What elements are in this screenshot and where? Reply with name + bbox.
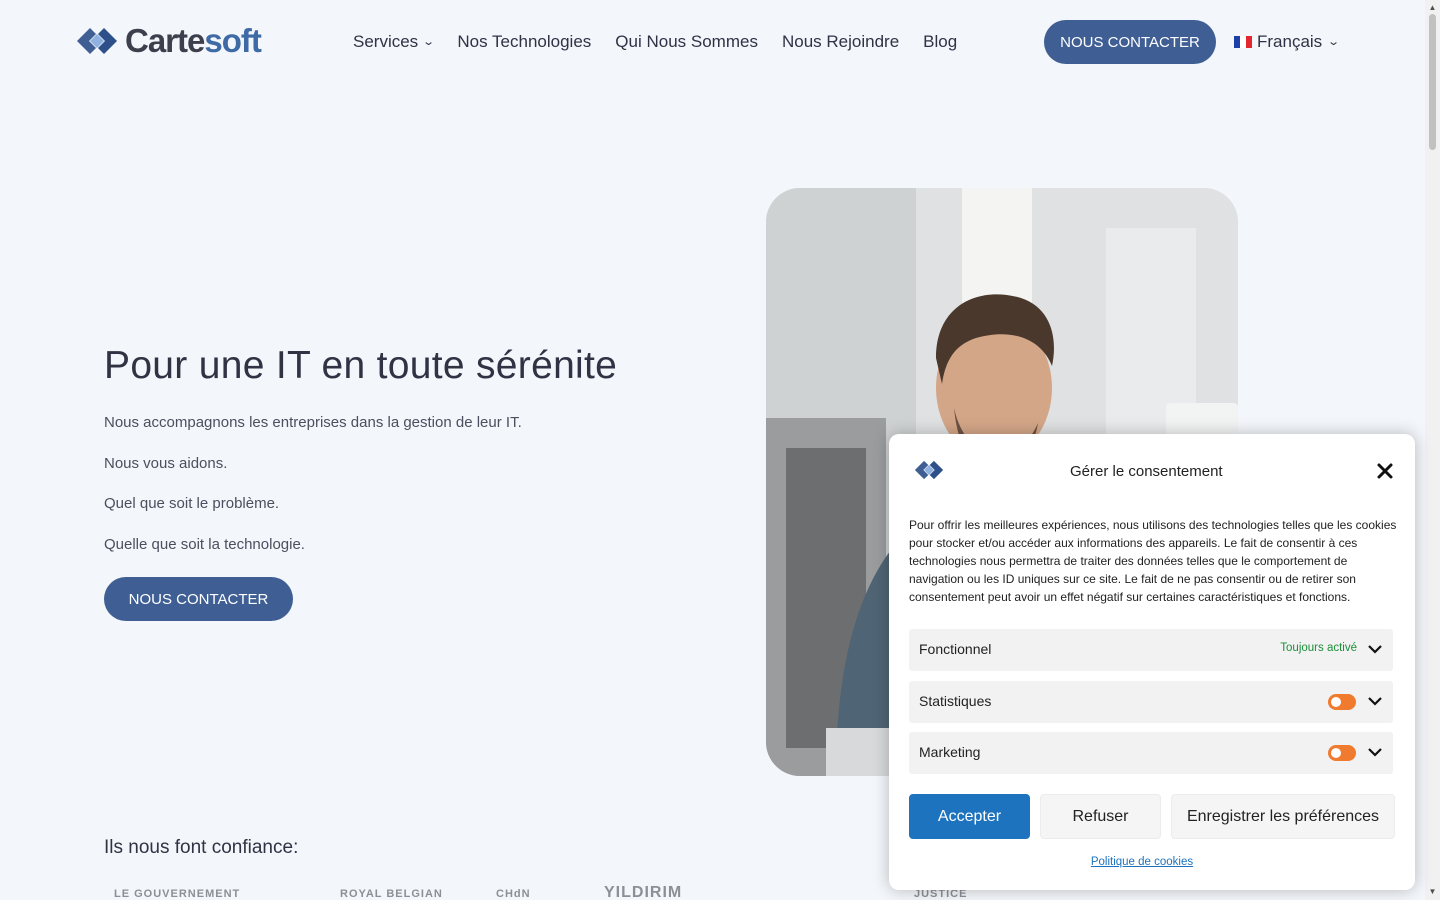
consent-category-statistics[interactable]: Statistiques xyxy=(909,681,1393,723)
refuse-button[interactable]: Refuser xyxy=(1040,794,1161,839)
chevron-down-icon: ⌄ xyxy=(422,36,436,48)
cartesoft-logo-mark-icon xyxy=(77,28,117,54)
scrollbar-thumb[interactable] xyxy=(1429,14,1436,150)
logo-text-soft: soft xyxy=(204,22,261,59)
language-label: Français xyxy=(1257,32,1323,51)
scroll-down-arrow-icon[interactable]: ▼ xyxy=(1427,886,1438,897)
marketing-toggle[interactable] xyxy=(1328,745,1356,761)
toggle-knob xyxy=(1331,748,1341,758)
cartesoft-logo[interactable]: Cartesoft xyxy=(75,22,262,59)
cartesoft-logo-mark-icon xyxy=(914,460,944,480)
category-label: Statistiques xyxy=(919,693,992,709)
client-logo-yildirim: YILDIRIM xyxy=(604,884,683,900)
logo-text-carte: Carte xyxy=(125,22,205,59)
toggle-knob xyxy=(1331,697,1341,707)
chevron-down-icon: ⌄ xyxy=(1327,36,1341,48)
consent-category-functional[interactable]: Fonctionnel Toujours activé xyxy=(909,629,1393,671)
consent-modal-title: Gérer le consentement xyxy=(1070,463,1223,480)
hero-title: Pour une IT en toute sérénite xyxy=(104,344,618,387)
client-logo-royal-belgian: ROYAL BELGIAN xyxy=(340,888,443,900)
client-logo-gouvernement: LE GOUVERNEMENT xyxy=(114,888,241,900)
chevron-down-icon[interactable] xyxy=(1367,641,1383,657)
cookie-policy-link[interactable]: Politique de cookies xyxy=(889,856,1395,868)
nav-blog-label: Blog xyxy=(923,32,958,51)
nav-careers-label: Nous Rejoindre xyxy=(781,32,900,51)
main-nav: Services ⌄ Nos Technologies Qui Nous Som… xyxy=(353,30,957,54)
consent-description: Pour offrir les meilleures expériences, … xyxy=(909,518,1397,604)
hero-contact-button[interactable]: NOUS CONTACTER xyxy=(104,577,293,621)
nav-blog[interactable]: Blog xyxy=(923,30,957,54)
category-label: Fonctionnel xyxy=(919,641,992,657)
cookie-consent-modal: Gérer le consentement Pour offrir les me… xyxy=(889,434,1415,890)
trust-section-title: Ils nous font confiance: xyxy=(104,837,299,858)
flag-fr-icon xyxy=(1234,36,1252,48)
accept-button[interactable]: Accepter xyxy=(909,794,1030,839)
site-header: Cartesoft Services ⌄ Nos Technologies Qu… xyxy=(0,0,1425,84)
hero-paragraph-3: Quel que soit le problème. xyxy=(104,495,280,512)
hero-paragraph-4: Quelle que soit la technologie. xyxy=(104,536,305,553)
client-logo-chdn: CHdN xyxy=(496,888,531,900)
nav-technologies[interactable]: Nos Technologies xyxy=(457,30,591,54)
close-icon[interactable] xyxy=(1375,461,1395,481)
statistics-toggle[interactable] xyxy=(1328,694,1356,710)
hero-paragraph-2: Nous vous aidons. xyxy=(104,455,228,472)
category-label: Marketing xyxy=(919,744,981,760)
nav-services-label: Services xyxy=(353,32,419,51)
consent-category-marketing[interactable]: Marketing xyxy=(909,732,1393,774)
save-preferences-button[interactable]: Enregistrer les préférences xyxy=(1171,794,1395,839)
logo-wordmark: Cartesoft xyxy=(125,22,262,59)
scroll-up-arrow-icon[interactable]: ▲ xyxy=(1427,2,1438,13)
header-contact-button[interactable]: NOUS CONTACTER xyxy=(1044,20,1216,64)
nav-technologies-label: Nos Technologies xyxy=(457,32,592,51)
nav-careers[interactable]: Nous Rejoindre xyxy=(782,30,899,54)
chevron-down-icon[interactable] xyxy=(1367,693,1383,709)
hero-paragraph-1: Nous accompagnons les entreprises dans l… xyxy=(104,414,522,431)
nav-services[interactable]: Services ⌄ xyxy=(353,30,436,54)
chevron-down-icon[interactable] xyxy=(1367,744,1383,760)
nav-about-label: Qui Nous Sommes xyxy=(615,32,758,51)
language-selector[interactable]: Français ⌄ xyxy=(1234,30,1341,54)
always-active-badge: Toujours activé xyxy=(1280,642,1357,654)
nav-about[interactable]: Qui Nous Sommes xyxy=(615,30,758,54)
